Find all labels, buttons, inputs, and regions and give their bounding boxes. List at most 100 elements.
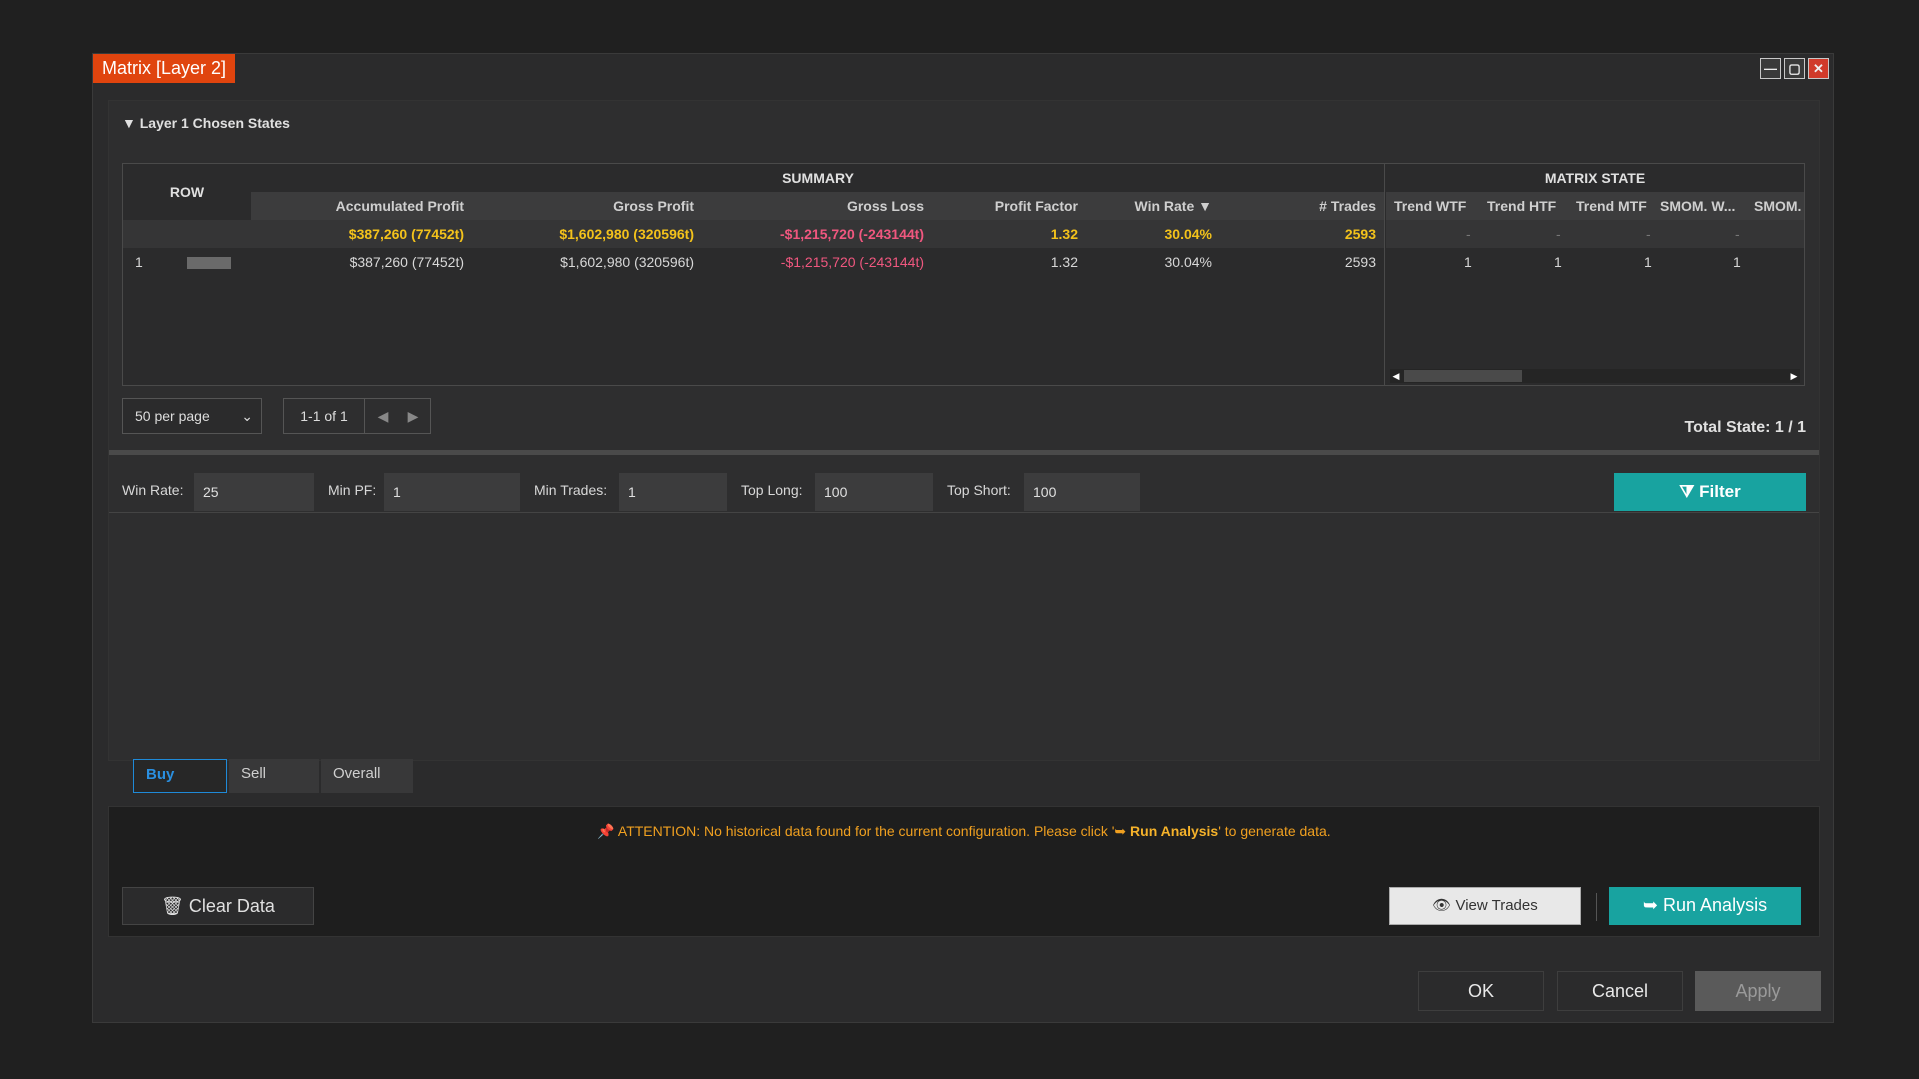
matrix-summary-cell: - (1556, 226, 1561, 242)
matrix-window: Matrix [Layer 2] — ▢ ✕ ▼ Layer 1 Chosen … (92, 53, 1834, 1023)
window-title: Matrix [Layer 2] (93, 54, 236, 83)
summary-profit-factor: 1.32 (1050, 226, 1078, 242)
tab-overall[interactable]: Overall (321, 759, 413, 793)
summary-win-rate: 30.04% (1164, 226, 1212, 242)
total-state: Total State: 1 / 1 (1684, 419, 1806, 436)
close-button[interactable]: ✕ (1808, 58, 1829, 79)
col-trend-htf[interactable]: Trend HTF (1487, 192, 1556, 220)
matrix-summary-row[interactable]: - - - - (1386, 220, 1804, 248)
matrix-group-header: MATRIX STATE (1544, 170, 1646, 186)
title-bar[interactable]: Matrix [Layer 2] — ▢ ✕ (93, 54, 1833, 83)
summary-gross-loss: -$1,215,720 (-243144t) (780, 226, 924, 242)
col-smom-w[interactable]: SMOM. W... (1660, 192, 1735, 220)
chosen-states-panel: ▼ Layer 1 Chosen States ROW SUMMARY Accu… (108, 100, 1820, 761)
view-trades-button[interactable]: 👁 View Trades (1389, 887, 1581, 925)
minimize-button[interactable]: — (1760, 58, 1781, 79)
scroll-thumb[interactable] (1404, 370, 1522, 382)
matrix-row[interactable]: 1 1 1 1 (1386, 248, 1804, 276)
maximize-button[interactable]: ▢ (1784, 58, 1805, 79)
horizontal-scrollbar[interactable]: ◀ ▶ (1390, 369, 1800, 383)
section-header[interactable]: ▼ Layer 1 Chosen States (122, 115, 290, 131)
matrix-summary-cell: - (1735, 226, 1740, 242)
tab-buy[interactable]: Buy (133, 759, 227, 793)
view-trades-label: View Trades (1455, 897, 1538, 914)
filter-bar: Win Rate: 25 Min PF: 1 Min Trades: 1 Top… (109, 456, 1819, 513)
col-gross-loss[interactable]: Gross Loss (847, 192, 924, 220)
top-long-label: Top Long: (741, 482, 803, 498)
attention-prefix: ATTENTION: No historical data found for … (617, 823, 1115, 839)
matrix-summary-cell: - (1466, 226, 1471, 242)
scroll-right-icon[interactable]: ▶ (1788, 369, 1800, 383)
row-gross-loss: -$1,215,720 (-243144t) (780, 254, 924, 270)
row-gross-profit: $1,602,980 (320596t) (560, 254, 694, 270)
states-grid: ROW SUMMARY Accumulated Profit Gross Pro… (122, 163, 1805, 386)
attention-action: Run Analysis (1130, 823, 1219, 839)
clear-data-button[interactable]: 🗑 Clear Data (122, 887, 314, 925)
tab-sell[interactable]: Sell (229, 759, 319, 793)
col-gross-profit[interactable]: Gross Profit (613, 192, 694, 220)
top-long-input[interactable]: 100 (815, 473, 933, 511)
matrix-column-headers: Trend WTF Trend HTF Trend MTF SMOM. W...… (1386, 192, 1804, 220)
pin-icon: 📌 (597, 823, 615, 839)
funnel-icon: ⧩ (1679, 482, 1695, 501)
section-title: Layer 1 Chosen States (139, 115, 290, 131)
run-analysis-label: Run Analysis (1663, 895, 1768, 915)
matrix-cell: 1 (1464, 254, 1472, 270)
run-arrow-icon: ➥ (1114, 823, 1127, 839)
table-row[interactable]: 1 $387,260 (77452t) $1,602,980 (320596t)… (123, 248, 1384, 276)
row-trades: 2593 (1344, 254, 1376, 270)
row-accumulated-profit: $387,260 (77452t) (349, 254, 464, 270)
attention-suffix: ' to generate data. (1218, 823, 1331, 839)
prev-page-icon[interactable]: ◀ (368, 399, 398, 433)
analysis-panel: 📌 ATTENTION: No historical data found fo… (108, 806, 1820, 937)
button-divider (1596, 893, 1597, 921)
run-analysis-button[interactable]: ➥ Run Analysis (1609, 887, 1801, 925)
col-smom[interactable]: SMOM. (1754, 192, 1801, 220)
filter-button[interactable]: ⧩ Filter (1614, 473, 1806, 511)
side-tabs: Buy Sell Overall (133, 759, 415, 793)
ok-button[interactable]: OK (1418, 971, 1544, 1011)
matrix-summary-cell: - (1646, 226, 1651, 242)
next-page-icon[interactable]: ▶ (398, 399, 428, 433)
apply-button[interactable]: Apply (1695, 971, 1821, 1011)
page-range: 1-1 of 1 (300, 408, 348, 424)
eye-icon: 👁 (1432, 897, 1452, 914)
min-trades-label: Min Trades: (534, 482, 608, 498)
pagination-control: 1-1 of 1 ◀ ▶ (283, 398, 431, 434)
col-trades[interactable]: # Trades (1319, 192, 1376, 220)
col-trend-wtf[interactable]: Trend WTF (1394, 192, 1466, 220)
clear-data-label: Clear Data (188, 896, 275, 916)
cancel-button[interactable]: Cancel (1557, 971, 1683, 1011)
summary-row[interactable]: $387,260 (77452t) $1,602,980 (320596t) -… (123, 220, 1384, 248)
divider (109, 450, 1819, 455)
row-header: ROW (169, 184, 205, 200)
summary-column-headers: Accumulated Profit Gross Profit Gross Lo… (251, 192, 1384, 220)
row-profit-factor: 1.32 (1050, 254, 1078, 270)
min-trades-input[interactable]: 1 (619, 473, 727, 511)
col-profit-factor[interactable]: Profit Factor (995, 192, 1078, 220)
top-short-input[interactable]: 100 (1024, 473, 1140, 511)
col-win-rate[interactable]: Win Rate ▼ (1134, 192, 1212, 220)
attention-message: 📌 ATTENTION: No historical data found fo… (109, 823, 1819, 840)
collapse-arrow-icon[interactable]: ▼ (122, 115, 136, 131)
scroll-left-icon[interactable]: ◀ (1390, 369, 1402, 383)
min-pf-input[interactable]: 1 (384, 473, 520, 511)
top-short-label: Top Short: (947, 482, 1011, 498)
filter-label: Filter (1699, 482, 1741, 501)
trash-icon: 🗑 (161, 896, 184, 916)
per-page-value: 50 per page (135, 408, 210, 424)
summary-trades: 2593 (1344, 226, 1376, 242)
row-color-bar (187, 257, 231, 269)
run-arrow-icon: ➥ (1642, 895, 1658, 915)
row-win-rate: 30.04% (1164, 254, 1212, 270)
matrix-cell: 1 (1644, 254, 1652, 270)
matrix-cell: 1 (1554, 254, 1562, 270)
matrix-cell: 1 (1733, 254, 1741, 270)
win-rate-label: Win Rate: (122, 482, 184, 498)
row-number: 1 (135, 254, 143, 270)
min-pf-label: Min PF: (328, 482, 377, 498)
col-trend-mtf[interactable]: Trend MTF (1576, 192, 1647, 220)
per-page-select[interactable]: 50 per page ⌄ (122, 398, 262, 434)
col-accumulated-profit[interactable]: Accumulated Profit (336, 192, 464, 220)
win-rate-input[interactable]: 25 (194, 473, 314, 511)
